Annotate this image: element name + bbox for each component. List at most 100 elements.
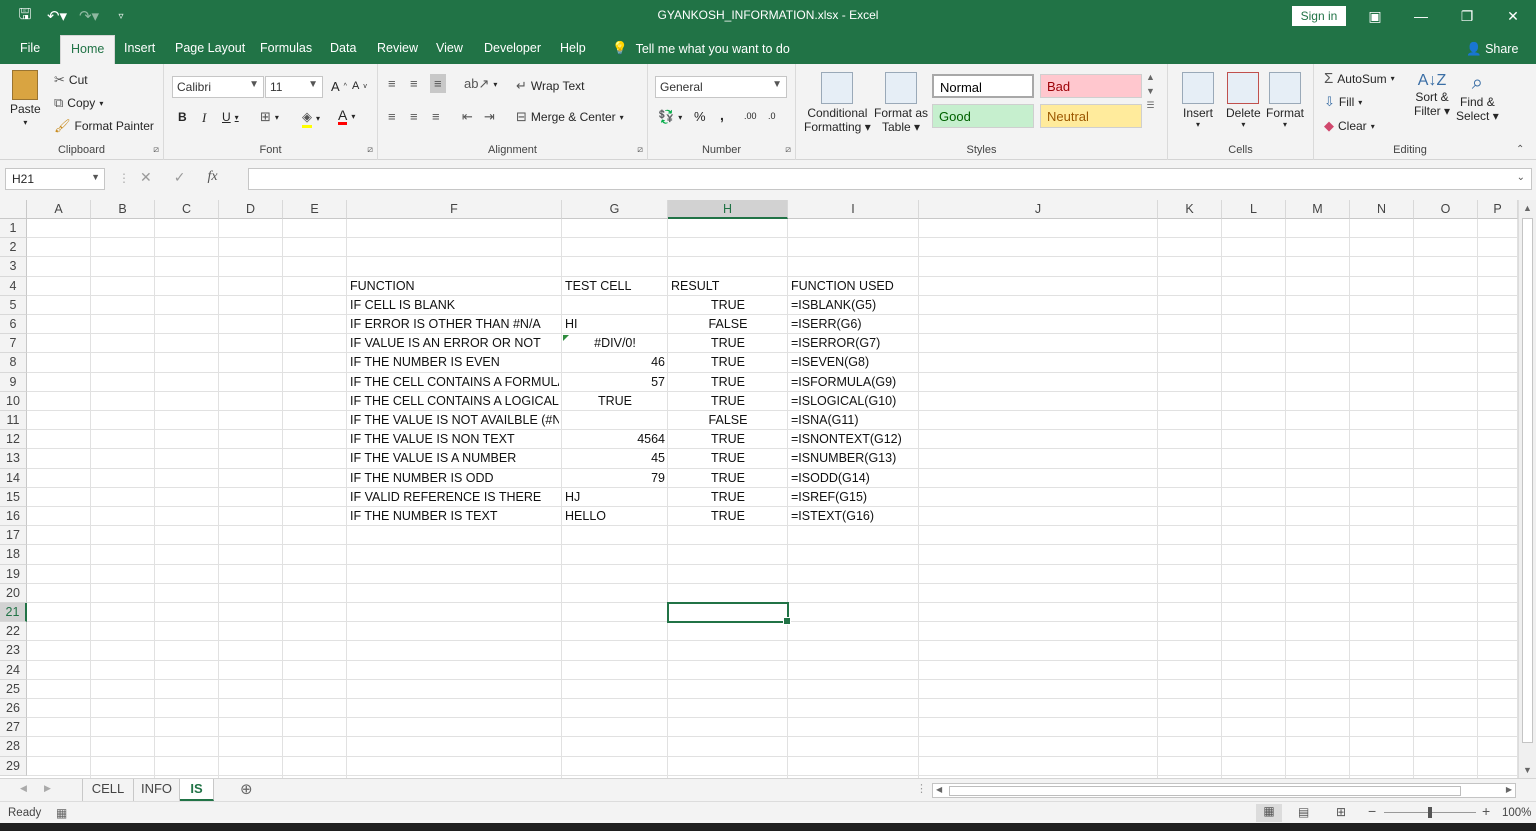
function-description-cell[interactable]: IF VALID REFERENCE IS THERE [350,488,559,507]
insert-cells-button[interactable]: Insert ▾ [1182,72,1214,129]
wrap-text-button[interactable]: ↵ Wrap Text [516,78,584,94]
ribbon-display-icon[interactable]: ▣ [1352,0,1398,32]
row-header-7[interactable]: 7 [0,334,27,354]
function-description-cell[interactable]: IF THE NUMBER IS ODD [350,469,559,488]
row-header-1[interactable]: 1 [0,219,27,239]
column-header-l[interactable]: L [1222,200,1286,219]
name-box[interactable]: H21 ▼ [5,168,105,190]
format-painter-button[interactable]: 🖌 Format Painter [54,118,154,134]
table-header-cell[interactable]: FUNCTION USED [791,277,916,296]
shrink-font-button[interactable]: Av [352,80,367,92]
function-used-cell[interactable]: =ISNONTEXT(G12) [791,430,916,449]
result-cell[interactable]: TRUE [671,373,785,392]
sheet-tab-cell[interactable]: CELL [82,779,134,801]
result-cell[interactable]: TRUE [671,449,785,468]
test-cell[interactable]: HELLO [565,507,665,526]
minimize-icon[interactable]: — [1398,0,1444,32]
test-cell[interactable]: HJ [565,488,665,507]
style-neutral[interactable]: Neutral [1040,104,1142,128]
function-description-cell[interactable]: IF THE CELL CONTAINS A LOGICAL V [350,392,559,411]
merge-center-button[interactable]: ⊟ Merge & Center ▾ [516,109,624,125]
align-center-button[interactable]: ≡ [410,109,418,124]
conditional-formatting-button[interactable]: Conditional Formatting ▾ [804,72,871,134]
column-header-f[interactable]: F [347,200,562,219]
function-description-cell[interactable]: IF THE CELL CONTAINS A FORMULA [350,373,559,392]
zoom-in-icon[interactable]: + [1482,803,1490,819]
style-normal[interactable]: Normal [932,74,1034,98]
sheet-tab-info[interactable]: INFO [134,779,180,801]
vertical-scroll-thumb[interactable] [1522,218,1533,743]
row-header-13[interactable]: 13 [0,449,27,469]
function-description-cell[interactable]: IF CELL IS BLANK [350,296,559,315]
font-size-select[interactable]: 11 ▼ [265,76,323,98]
row-header-17[interactable]: 17 [0,526,27,546]
tab-formulas[interactable]: Formulas [260,41,312,55]
comma-style-button[interactable]: , [720,107,724,123]
tab-page-layout[interactable]: Page Layout [175,41,245,55]
function-used-cell[interactable]: =ISBLANK(G5) [791,296,916,315]
function-used-cell[interactable]: =ISFORMULA(G9) [791,373,916,392]
test-cell[interactable]: #DIV/0! [565,334,665,353]
result-cell[interactable]: TRUE [671,507,785,526]
cancel-icon[interactable]: ✕ [140,169,152,186]
tab-data[interactable]: Data [330,41,356,55]
column-header-d[interactable]: D [219,200,283,219]
add-sheet-icon[interactable]: ⊕ [240,780,253,798]
fill-color-button[interactable]: ◈ ▾ [302,109,320,128]
row-header-18[interactable]: 18 [0,545,27,565]
align-right-button[interactable]: ≡ [432,109,440,124]
row-header-14[interactable]: 14 [0,468,27,488]
function-used-cell[interactable]: =ISNA(G11) [791,411,916,430]
scroll-up-icon[interactable]: ▲ [1523,203,1532,213]
normal-view-icon[interactable]: ▦ [1256,804,1282,822]
format-cells-button[interactable]: Format ▾ [1266,72,1304,129]
test-cell[interactable]: 4564 [565,430,665,449]
row-header-25[interactable]: 25 [0,679,27,699]
splitter-handle-icon[interactable]: ⋮ [118,171,130,185]
row-header-8[interactable]: 8 [0,353,27,373]
dialog-launcher-icon[interactable]: ⧄ [637,144,643,155]
row-header-26[interactable]: 26 [0,699,27,719]
orientation-button[interactable]: ab↗ ▾ [464,76,497,92]
column-header-p[interactable]: P [1478,200,1518,219]
result-cell[interactable]: TRUE [671,353,785,372]
row-header-9[interactable]: 9 [0,372,27,392]
row-header-21[interactable]: 21 [0,603,27,623]
selected-cell-h21[interactable] [667,602,791,626]
top-align-button[interactable]: ≡ [388,76,396,91]
tab-insert[interactable]: Insert [124,41,155,55]
row-header-24[interactable]: 24 [0,660,27,680]
function-used-cell[interactable]: =ISREF(G15) [791,488,916,507]
test-cell[interactable]: 45 [565,449,665,468]
column-header-j[interactable]: J [919,200,1158,219]
result-cell[interactable]: TRUE [671,430,785,449]
table-header-cell[interactable]: FUNCTION [350,277,559,296]
function-description-cell[interactable]: IF THE VALUE IS NON TEXT [350,430,559,449]
format-as-table-button[interactable]: Format as Table ▾ [874,72,928,134]
scroll-left-icon[interactable]: ◀ [936,785,942,794]
percent-style-button[interactable]: % [694,109,706,124]
sheet-tab-is[interactable]: IS [180,779,214,801]
italic-button[interactable]: I [202,110,206,126]
row-header-6[interactable]: 6 [0,315,27,335]
styles-gallery-scroll[interactable]: ▲ ▼ ☰ [1146,72,1155,111]
row-header-3[interactable]: 3 [0,257,27,277]
test-cell[interactable]: HI [565,315,665,334]
expand-formula-bar-icon[interactable]: ⌄ [1517,172,1525,183]
cut-button[interactable]: ✂ Cut [54,72,88,88]
tell-me-box[interactable]: 💡 Tell me what you want to do [612,41,790,56]
row-header-11[interactable]: 11 [0,411,27,431]
borders-button[interactable]: ⊞ ▾ [260,109,279,125]
function-description-cell[interactable]: IF THE VALUE IS A NUMBER [350,449,559,468]
font-color-button[interactable]: A ▾ [338,108,355,125]
function-description-cell[interactable]: IF THE NUMBER IS TEXT [350,507,559,526]
tab-view[interactable]: View [436,41,463,55]
row-header-23[interactable]: 23 [0,641,27,661]
result-cell[interactable]: TRUE [671,488,785,507]
column-header-g[interactable]: G [562,200,668,219]
column-header-a[interactable]: A [27,200,91,219]
tab-split-handle-icon[interactable]: ⋮ [916,782,927,795]
restore-icon[interactable]: ❐ [1444,0,1490,32]
dialog-launcher-icon[interactable]: ⧄ [785,144,791,155]
result-cell[interactable]: TRUE [671,469,785,488]
